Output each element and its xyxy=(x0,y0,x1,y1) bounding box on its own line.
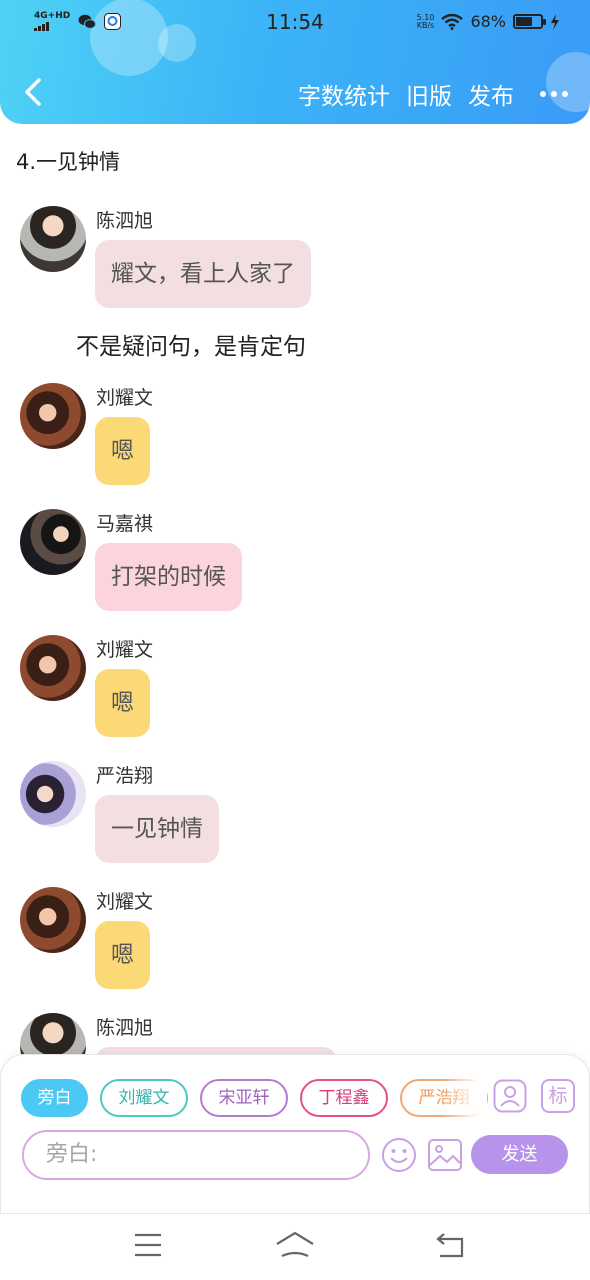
avatar[interactable] xyxy=(20,383,86,449)
message-bubble[interactable]: 打架的时候 xyxy=(95,543,242,611)
status-bar: 4G+HD 11:54 5.10 KB/s 68% xyxy=(0,0,590,46)
sender-name: 严浩翔 xyxy=(96,765,154,787)
send-button[interactable]: 发送 xyxy=(471,1135,568,1174)
system-nav-bar xyxy=(0,1214,590,1280)
image-icon[interactable] xyxy=(427,1137,463,1173)
role-chip-song-yaxuan[interactable]: 宋亚轩 xyxy=(200,1079,288,1117)
wifi-icon xyxy=(441,13,464,30)
narration-text[interactable]: 不是疑问句，是肯定句 xyxy=(76,327,306,361)
message-input[interactable]: 旁白: xyxy=(22,1130,370,1180)
tag-button[interactable]: 标 xyxy=(541,1079,575,1113)
sender-name: 刘耀文 xyxy=(96,891,154,913)
input-panel: 旁白 刘耀文 宋亚轩 丁程鑫 严浩翔 标 旁白: 发送 xyxy=(0,1054,590,1214)
old-version-button[interactable]: 旧版 xyxy=(406,77,452,111)
net-speed: 5.10 KB/s xyxy=(416,13,435,30)
avatar[interactable] xyxy=(20,887,86,953)
battery-icon xyxy=(513,14,546,29)
sender-name: 刘耀文 xyxy=(96,639,154,661)
sender-name: 马嘉祺 xyxy=(96,513,154,535)
back-icon[interactable] xyxy=(18,74,50,110)
avatar[interactable] xyxy=(20,509,86,575)
battery-percent: 68% xyxy=(470,12,506,31)
role-chip-liu-yaowen[interactable]: 刘耀文 xyxy=(100,1079,188,1117)
word-count-button[interactable]: 字数统计 xyxy=(298,77,390,111)
avatar[interactable] xyxy=(20,635,86,701)
sender-name: 陈泗旭 xyxy=(96,1017,154,1039)
home-icon[interactable] xyxy=(274,1230,316,1260)
avatar[interactable] xyxy=(20,206,86,272)
message-bubble[interactable]: 嗯 xyxy=(95,417,150,485)
message-bubble[interactable]: 嗯 xyxy=(95,669,150,737)
sender-name: 刘耀文 xyxy=(96,387,154,409)
role-chip-ding-chengxin[interactable]: 丁程鑫 xyxy=(300,1079,388,1117)
avatar[interactable] xyxy=(20,761,86,827)
message-bubble[interactable]: 耀文，看上人家了 xyxy=(95,240,311,308)
message-bubble[interactable]: 嗯 xyxy=(95,921,150,989)
publish-button[interactable]: 发布 xyxy=(468,77,514,111)
emoji-icon[interactable] xyxy=(381,1137,417,1173)
message-bubble[interactable]: 一见钟情 xyxy=(95,795,219,863)
back-nav-icon[interactable] xyxy=(434,1230,466,1260)
toolbar: 字数统计 旧版 发布 xyxy=(0,70,590,116)
more-options-icon[interactable] xyxy=(540,91,568,97)
net-speed-unit: KB/s xyxy=(416,20,435,30)
chapter-title: 4.一见钟情 xyxy=(16,150,121,174)
app-header: 4G+HD 11:54 5.10 KB/s 68% 字数统计 旧版 发布 xyxy=(0,0,590,124)
role-chip-narrator[interactable]: 旁白 xyxy=(21,1079,88,1117)
sender-name: 陈泗旭 xyxy=(96,210,154,232)
add-role-icon[interactable] xyxy=(493,1079,527,1113)
charging-icon xyxy=(551,13,559,30)
chip-scroll-fade xyxy=(441,1075,487,1121)
menu-icon[interactable] xyxy=(133,1232,163,1258)
